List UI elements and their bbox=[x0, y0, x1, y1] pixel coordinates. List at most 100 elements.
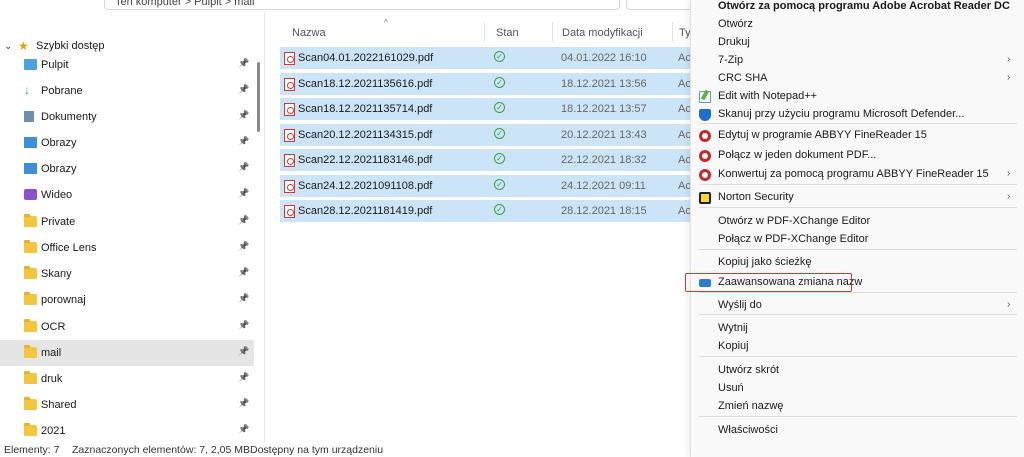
sidebar-item[interactable]: druk 📌 bbox=[0, 366, 254, 392]
address-bar[interactable]: Ten komputer > Pulpit > mail bbox=[104, 0, 620, 10]
menu-item[interactable]: Utwórz skrót bbox=[691, 362, 1024, 380]
file-row[interactable]: Scan04.01.2022161029.pdf ✓ 04.01.2022 16:1… bbox=[280, 47, 691, 69]
menu-item[interactable]: Edit with Notepad++ bbox=[691, 88, 1024, 106]
sidebar-item[interactable]: Shared 📌 bbox=[0, 392, 254, 418]
column-header-type[interactable]: Ty bbox=[679, 27, 691, 39]
sidebar-item[interactable]: Private 📌 bbox=[0, 209, 254, 235]
menu-item-label: Zmień nazwę bbox=[718, 400, 784, 412]
sidebar-item[interactable]: porownaj 📌 bbox=[0, 287, 254, 313]
folder-icon bbox=[24, 292, 37, 305]
sort-ascending-icon: ^ bbox=[384, 18, 388, 27]
navigation-scrollbar[interactable] bbox=[257, 62, 260, 132]
menu-item-label: Otwórz bbox=[718, 18, 753, 30]
column-header-name[interactable]: Nazwa bbox=[292, 27, 326, 39]
pin-icon[interactable]: 📌 bbox=[238, 188, 249, 199]
pin-icon[interactable]: 📌 bbox=[238, 424, 249, 435]
sidebar-item[interactable]: Office Lens 📌 bbox=[0, 235, 254, 261]
menu-item[interactable]: Otwórz za pomocą programu Adobe Acrobat … bbox=[691, 0, 1024, 16]
pin-icon[interactable]: 📌 bbox=[238, 372, 249, 383]
sidebar-item[interactable]: Obrazy 📌 bbox=[0, 156, 254, 182]
sidebar-item[interactable]: mail 📌 bbox=[0, 340, 254, 366]
column-separator[interactable] bbox=[484, 22, 485, 42]
file-name: Scan20.12.2021134315.pdf bbox=[298, 128, 433, 141]
menu-item-label: Kopiuj jako ścieżkę bbox=[718, 256, 812, 268]
file-row[interactable]: Scan18.12.2021135616.pdf ✓ 18.12.2021 13:5… bbox=[280, 72, 691, 95]
menu-item[interactable]: Drukuj bbox=[691, 34, 1024, 52]
menu-item-label: CRC SHA bbox=[718, 72, 768, 84]
status-bar: Elementy: 7 Zaznaczonych elementów: 7, 2… bbox=[0, 442, 690, 457]
sidebar-item[interactable]: Dokumenty 📌 bbox=[0, 104, 254, 130]
folder-icon bbox=[24, 345, 37, 358]
file-row[interactable]: Scan20.12.2021134315.pdf ✓ 20.12.2021 13:4… bbox=[280, 123, 691, 146]
sync-status-icon: ✓ bbox=[494, 178, 505, 190]
file-row[interactable]: Scan22.12.2021183146.pdf ✓ 22.12.2021 18:3… bbox=[280, 149, 691, 171]
menu-item-label: Norton Security bbox=[718, 191, 794, 203]
menu-separator bbox=[699, 356, 1017, 357]
pin-icon[interactable]: 📌 bbox=[238, 136, 249, 147]
sidebar-item[interactable]: OCR 📌 bbox=[0, 314, 254, 340]
address-path: Ten komputer > Pulpit > mail bbox=[115, 0, 255, 8]
abbyy-icon bbox=[699, 150, 711, 162]
menu-item-label: Wytnij bbox=[718, 322, 748, 334]
menu-item[interactable]: Usuń bbox=[691, 380, 1024, 398]
file-date: 18.12.2021 13:57 bbox=[561, 103, 647, 115]
menu-item[interactable]: Zmień nazwę bbox=[691, 398, 1024, 416]
file-date: 18.12.2021 13:56 bbox=[561, 77, 647, 90]
menu-item[interactable]: Połącz w PDF-XChange Editor bbox=[691, 231, 1024, 249]
file-date: 04.01.2022 16:10 bbox=[561, 52, 647, 64]
menu-separator bbox=[699, 416, 1017, 417]
menu-item[interactable]: Wyślij do › bbox=[691, 297, 1024, 315]
menu-item-label: Drukuj bbox=[718, 36, 750, 48]
file-type: Ac bbox=[678, 77, 691, 90]
menu-item[interactable]: Skanuj przy użyciu programu Microsoft De… bbox=[691, 106, 1024, 124]
sidebar-item-label: Pobrane bbox=[41, 85, 83, 97]
sidebar-item[interactable]: Skany 📌 bbox=[0, 261, 254, 287]
sidebar-item[interactable]: ↓ Pobrane 📌 bbox=[0, 78, 254, 104]
menu-item[interactable]: Otwórz bbox=[691, 16, 1024, 34]
column-separator[interactable] bbox=[672, 22, 673, 42]
sidebar-item[interactable]: 2021 📌 bbox=[0, 418, 254, 442]
sidebar-item[interactable]: Pulpit 📌 bbox=[0, 52, 254, 78]
sidebar-item[interactable]: Wideo 📌 bbox=[0, 182, 254, 208]
pin-icon[interactable]: 📌 bbox=[238, 58, 249, 69]
sync-status-icon: ✓ bbox=[494, 51, 505, 62]
menu-item[interactable]: CRC SHA › bbox=[691, 70, 1024, 88]
menu-item[interactable]: Kopiuj bbox=[691, 338, 1024, 356]
pin-icon[interactable]: 📌 bbox=[238, 267, 249, 278]
column-separator[interactable] bbox=[552, 22, 553, 42]
pin-icon[interactable]: 📌 bbox=[238, 293, 249, 304]
menu-item-label: Edytuj w programie ABBYY FineReader 15 bbox=[718, 129, 927, 141]
menu-item[interactable]: Właściwości bbox=[691, 422, 1024, 440]
sidebar-item[interactable]: Obrazy 📌 bbox=[0, 130, 254, 156]
pin-icon[interactable]: 📌 bbox=[238, 398, 249, 409]
sidebar-item-label: Shared bbox=[41, 399, 77, 411]
column-header-status[interactable]: Stan bbox=[496, 27, 519, 39]
file-row[interactable]: Scan28.12.2021181419.pdf ✓ 28.12.2021 18:1… bbox=[280, 200, 691, 222]
menu-item[interactable]: Połącz w jeden dokument PDF... bbox=[691, 147, 1024, 165]
menu-item[interactable]: Norton Security › bbox=[691, 189, 1024, 207]
file-row[interactable]: Scan18.12.2021135714.pdf ✓ 18.12.2021 13:5… bbox=[280, 98, 691, 120]
column-header-date[interactable]: Data modyfikacji bbox=[562, 27, 643, 39]
sidebar-item-label: Obrazy bbox=[41, 137, 77, 149]
pin-icon[interactable]: 📌 bbox=[238, 162, 249, 173]
menu-item[interactable]: Konwertuj za pomocą programu ABBYY FineR… bbox=[691, 166, 1024, 184]
pin-icon[interactable]: 📌 bbox=[238, 215, 249, 226]
file-row[interactable]: Scan24.12.2021091108.pdf ✓ 24.12.2021 09:1… bbox=[280, 174, 691, 197]
search-input[interactable] bbox=[626, 0, 696, 10]
chevron-down-icon[interactable]: ⌄ bbox=[0, 41, 16, 52]
pane-divider[interactable] bbox=[264, 12, 265, 442]
menu-item[interactable]: 7-Zip › bbox=[691, 52, 1024, 70]
menu-item[interactable]: Otwórz w PDF-XChange Editor bbox=[691, 213, 1024, 231]
pin-icon[interactable]: 📌 bbox=[238, 110, 249, 121]
sync-status-icon: ✓ bbox=[494, 127, 505, 139]
pdf-file-icon bbox=[284, 128, 295, 142]
pin-icon[interactable]: 📌 bbox=[238, 241, 249, 252]
menu-item[interactable]: Kopiuj jako ścieżkę bbox=[691, 254, 1024, 272]
menu-item[interactable]: Edytuj w programie ABBYY FineReader 15 bbox=[691, 127, 1024, 145]
pin-icon[interactable]: 📌 bbox=[238, 84, 249, 95]
column-headers: Nazwa ^ Stan Data modyfikacji Ty bbox=[280, 18, 691, 44]
pin-icon[interactable]: 📌 bbox=[238, 346, 249, 357]
chevron-right-icon: › bbox=[1007, 54, 1011, 65]
pin-icon[interactable]: 📌 bbox=[238, 320, 249, 331]
menu-item[interactable]: Wytnij bbox=[691, 320, 1024, 338]
